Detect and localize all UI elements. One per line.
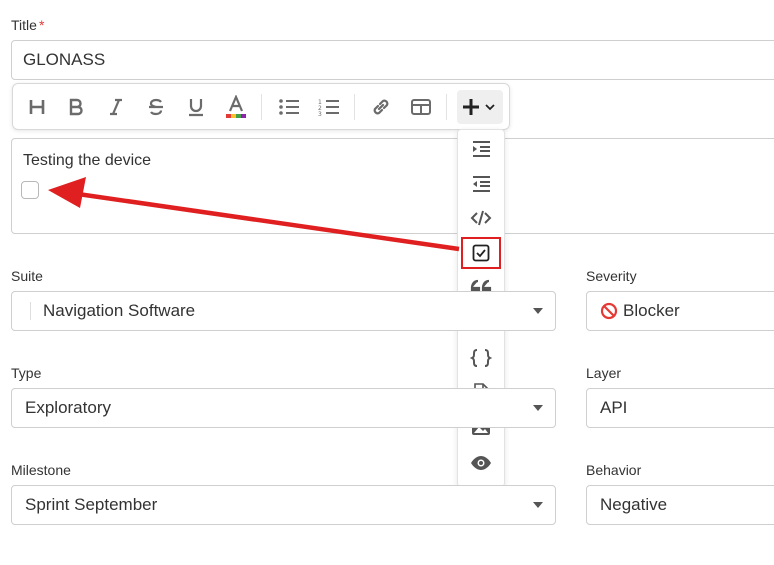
- italic-icon[interactable]: [102, 93, 130, 121]
- title-input-value: GLONASS: [23, 50, 106, 69]
- svg-text:3: 3: [318, 111, 322, 117]
- bold-icon[interactable]: [62, 93, 90, 121]
- chevron-down-icon: [533, 308, 543, 314]
- toolbar-separator: [446, 94, 447, 120]
- chevron-down-icon: [485, 104, 495, 111]
- code-block-icon[interactable]: [458, 344, 504, 372]
- required-mark: *: [38, 17, 45, 33]
- suite-select[interactable]: Navigation Software: [11, 291, 556, 331]
- behavior-select[interactable]: Negative: [586, 485, 774, 525]
- behavior-value: Negative: [600, 495, 668, 514]
- type-value: Exploratory: [25, 398, 111, 417]
- preview-icon[interactable]: [458, 449, 504, 477]
- title-label-text: Title: [11, 17, 37, 33]
- editor-text: Testing the device: [23, 152, 152, 169]
- type-select[interactable]: Exploratory: [11, 388, 556, 428]
- layer-label: Layer: [586, 365, 622, 381]
- link-icon[interactable]: [367, 93, 395, 121]
- severity-value: Blocker: [623, 301, 680, 320]
- chevron-down-icon: [533, 405, 543, 411]
- milestone-value: Sprint September: [25, 495, 158, 514]
- code-icon[interactable]: [458, 204, 504, 232]
- type-label: Type: [11, 365, 42, 381]
- checkbox-highlight: [461, 237, 501, 269]
- severity-label: Severity: [586, 268, 637, 284]
- title-label: Title *: [11, 17, 44, 33]
- suite-label: Suite: [11, 268, 43, 284]
- outdent-icon[interactable]: [458, 170, 504, 198]
- insert-menu-button[interactable]: [457, 90, 503, 124]
- bullet-list-icon[interactable]: [275, 93, 303, 121]
- toolbar-separator: [261, 94, 262, 120]
- toolbar-separator: [354, 94, 355, 120]
- blocker-icon: [600, 302, 618, 320]
- table-icon[interactable]: [407, 93, 435, 121]
- plus-icon: [463, 99, 495, 115]
- description-editor[interactable]: Testing the device: [11, 138, 774, 234]
- behavior-label: Behavior: [586, 462, 642, 478]
- underline-icon[interactable]: [182, 93, 210, 121]
- editor-toolbar: 123: [12, 83, 510, 130]
- text-color-icon[interactable]: [222, 93, 250, 121]
- layer-value: API: [600, 398, 628, 417]
- title-input[interactable]: GLONASS: [11, 40, 774, 80]
- layer-select[interactable]: API: [586, 388, 774, 428]
- strikethrough-icon[interactable]: [142, 93, 170, 121]
- numbered-list-icon[interactable]: 123: [315, 93, 343, 121]
- milestone-label: Milestone: [11, 462, 71, 478]
- suite-value: Navigation Software: [43, 301, 196, 320]
- indent-icon[interactable]: [458, 135, 504, 163]
- heading-icon[interactable]: [23, 93, 51, 121]
- task-checkbox[interactable]: [21, 181, 39, 199]
- milestone-select[interactable]: Sprint September: [11, 485, 556, 525]
- chevron-down-icon: [533, 502, 543, 508]
- suite-tree-indicator: [30, 302, 31, 320]
- severity-select[interactable]: Blocker: [586, 291, 774, 331]
